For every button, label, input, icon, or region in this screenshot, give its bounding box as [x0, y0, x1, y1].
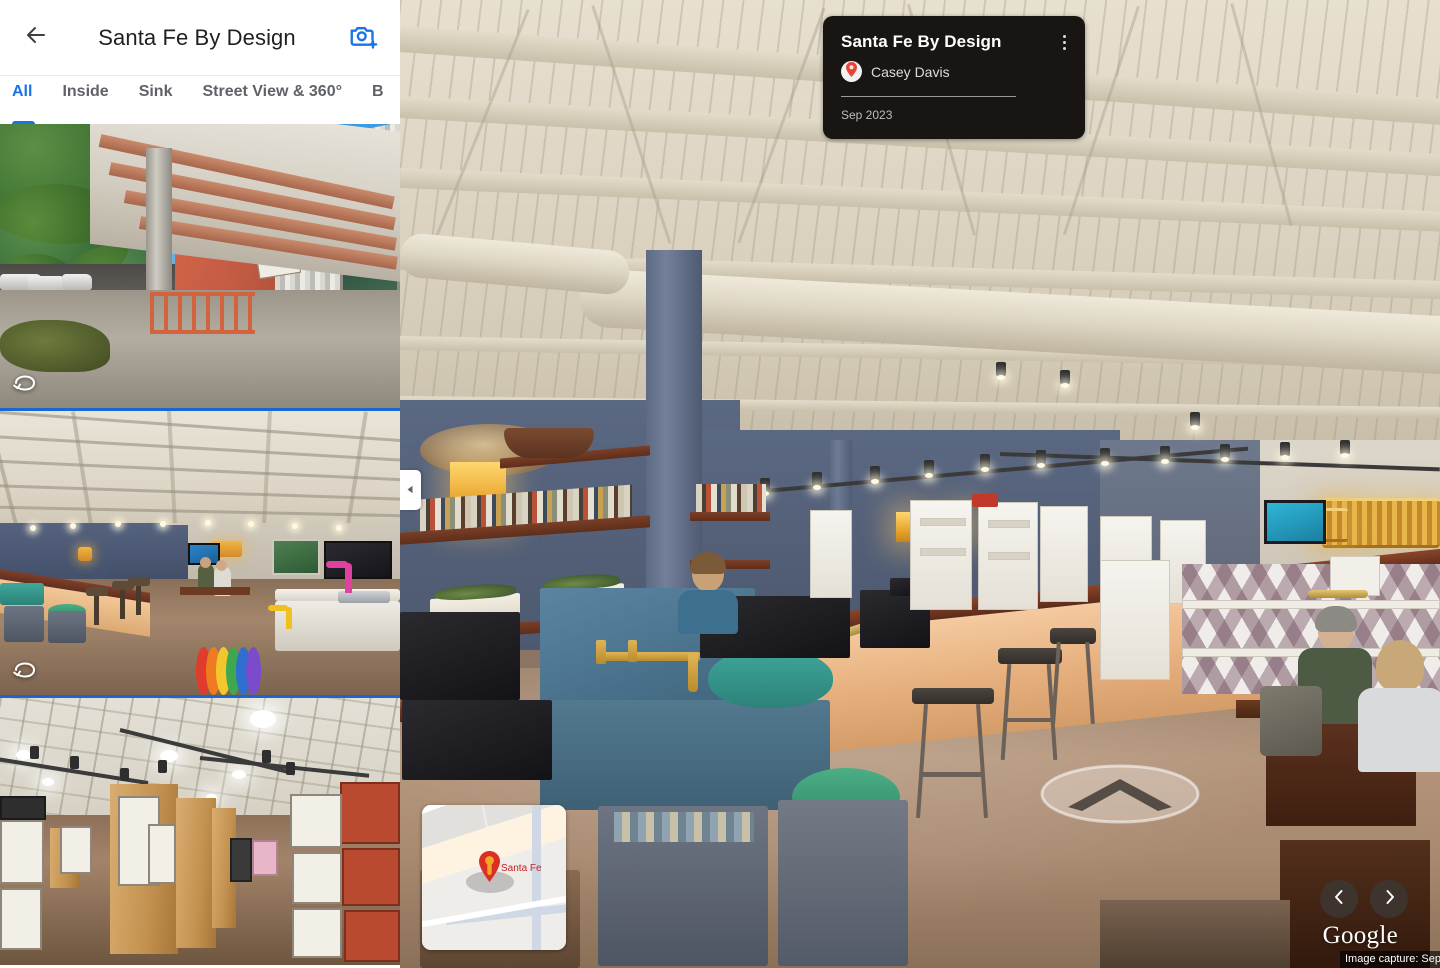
- move-forward-button[interactable]: [1040, 763, 1200, 825]
- arrow-left-icon: [24, 23, 48, 52]
- previous-photo-button[interactable]: [1320, 880, 1358, 918]
- tab-truncated[interactable]: B: [357, 76, 399, 124]
- bar-stool: [1050, 628, 1096, 725]
- tab-inside[interactable]: Inside: [47, 76, 123, 124]
- photo-author[interactable]: Casey Davis: [841, 61, 1067, 82]
- tab-label: Sink: [138, 83, 173, 100]
- pano-360-icon: [10, 372, 40, 398]
- add-photo-button[interactable]: [342, 17, 384, 59]
- pegman-pin-icon: [478, 851, 501, 882]
- page-title: Santa Fe By Design: [98, 24, 296, 50]
- photos-panel: Santa Fe By Design All Inside Sink Stree…: [0, 0, 400, 968]
- photo-category-tabs[interactable]: All Inside Sink Street View & 360° B: [0, 76, 400, 124]
- photo-date: Sep 2023: [841, 108, 893, 122]
- avatar: [841, 61, 862, 82]
- app-header: Santa Fe By Design: [0, 0, 400, 76]
- back-button[interactable]: [16, 18, 56, 58]
- showroom-interior-photo: [0, 411, 400, 695]
- photo-info-card: Santa Fe By Design Casey Davis Sep 2023: [823, 16, 1085, 139]
- seated-customer-right: [1358, 640, 1440, 772]
- pano-navigation[interactable]: [1320, 880, 1408, 918]
- tab-label: All: [12, 83, 33, 100]
- move-forward-chevron-icon: [1040, 764, 1200, 829]
- chevron-left-icon: [406, 481, 415, 499]
- pano-360-icon: [10, 659, 40, 685]
- add-photo-camera-icon: [348, 20, 378, 55]
- tab-street-view-360[interactable]: Street View & 360°: [187, 76, 357, 124]
- photo-thumbnail-list[interactable]: [0, 124, 400, 968]
- divider: [841, 96, 1016, 97]
- minimap-place-label: Santa Fe: [501, 863, 542, 874]
- thumbnail-exterior-entrance[interactable]: [0, 124, 400, 411]
- chevron-right-icon: [1383, 889, 1396, 910]
- thumbnail-hardware-aisle[interactable]: [0, 698, 400, 965]
- tab-label: B: [372, 83, 384, 100]
- hardware-aisle-photo: [0, 698, 400, 965]
- bar-stool: [912, 688, 994, 819]
- street-view-app: Santa Fe By Design All Inside Sink Stree…: [0, 0, 1440, 968]
- minimap[interactable]: Santa Fe: [422, 805, 566, 950]
- chevron-left-icon: [1333, 889, 1346, 910]
- tab-label: Street View & 360°: [202, 83, 342, 100]
- next-photo-button[interactable]: [1370, 880, 1408, 918]
- image-capture-label: Image capture: Sep: [1340, 951, 1440, 968]
- tab-all[interactable]: All: [0, 76, 47, 124]
- collapse-panel-button[interactable]: [400, 470, 421, 510]
- more-vert-icon[interactable]: [1053, 30, 1075, 54]
- street-view-panorama[interactable]: Santa Fe By Design Casey Davis Sep 2023: [400, 0, 1440, 968]
- google-watermark: Google: [1322, 922, 1398, 949]
- exterior-entrance-photo: [0, 124, 400, 408]
- thumbnail-showroom-interior[interactable]: [0, 411, 400, 698]
- tab-sink[interactable]: Sink: [124, 76, 188, 124]
- author-name: Casey Davis: [871, 63, 950, 80]
- tab-label: Inside: [62, 83, 109, 100]
- map-pin-icon: [845, 61, 858, 82]
- staff-person: [678, 552, 738, 634]
- info-card-title: Santa Fe By Design: [841, 32, 1002, 51]
